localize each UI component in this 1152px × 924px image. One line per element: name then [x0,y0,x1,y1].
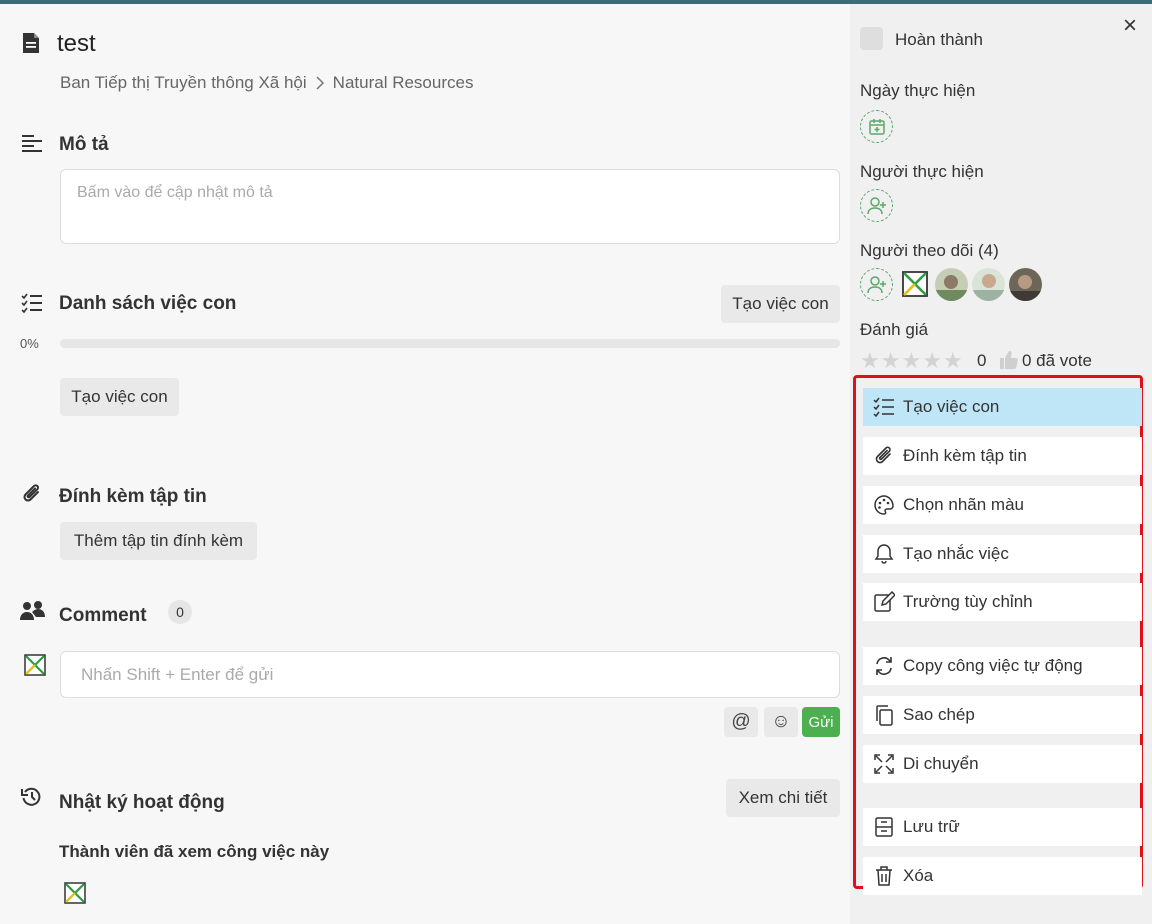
comment-input[interactable]: Nhấn Shift + Enter để gửi [60,651,840,698]
trash-icon [873,865,895,887]
document-icon [23,33,39,53]
calendar-plus-icon [868,118,885,135]
bell-icon [873,543,895,565]
subtasks-title: Danh sách việc con [59,293,237,314]
subtask-progress-bar [60,339,840,348]
subtask-progress-label: 0% [20,336,39,351]
action-label: Đính kèm tập tin [903,446,1027,465]
action-palette[interactable]: Chọn nhãn màu [863,486,1142,524]
repeat-icon [873,655,895,677]
move-icon [873,753,895,775]
action-label: Copy công việc tự động [903,656,1083,675]
side-panel: × Hoàn thành Ngày thực hiện Người thực h… [850,4,1152,924]
action-archive[interactable]: Lưu trữ [863,808,1142,846]
create-subtask-header-button[interactable]: Tạo việc con [721,285,840,323]
date-label: Ngày thực hiện [860,81,976,100]
user-avatar-icon [24,654,46,676]
paperclip-icon [873,445,895,467]
action-label: Trường tùy chỉnh [903,592,1033,611]
mention-button[interactable]: @ [724,707,758,737]
users-icon [20,601,45,620]
action-edit[interactable]: Trường tùy chỉnh [863,583,1142,621]
star-icon[interactable]: ★ [943,350,963,372]
action-label: Xóa [903,866,934,885]
comment-title: Comment [59,605,147,626]
follower-avatar[interactable] [935,268,968,301]
rating-stars[interactable]: ★ ★ ★ ★ ★ [860,350,963,372]
action-paperclip[interactable]: Đính kèm tập tin [863,437,1142,475]
comment-count-badge: 0 [168,600,192,624]
emoji-button[interactable]: ☺ [764,707,798,737]
follower-avatar[interactable] [1009,268,1042,301]
align-left-icon [22,135,42,152]
history-icon [21,787,41,806]
add-date-button[interactable] [860,110,893,143]
archive-icon [873,816,895,838]
vote-count: 0 đã vote [1022,351,1092,370]
main-panel: test Ban Tiếp thị Truyền thông Xã hội Na… [0,4,850,924]
task-detail-modal: test Ban Tiếp thị Truyền thông Xã hội Na… [0,4,1152,924]
breadcrumb-list[interactable]: Natural Resources [333,73,474,93]
thumbs-up-icon[interactable] [999,350,1019,370]
action-trash[interactable]: Xóa [863,857,1142,895]
chevron-right-icon [316,76,324,90]
viewer-avatar-icon[interactable] [64,882,86,904]
palette-icon [873,494,895,516]
description-input[interactable]: Bấm vào để cập nhật mô tả [60,169,840,244]
breadcrumb: Ban Tiếp thị Truyền thông Xã hội Natural… [60,73,473,93]
add-follower-button[interactable] [860,268,893,301]
edit-icon [873,591,895,613]
action-label: Tạo việc con [903,397,1000,416]
breadcrumb-project[interactable]: Ban Tiếp thị Truyền thông Xã hội [60,73,307,93]
star-icon[interactable]: ★ [860,350,880,372]
add-attachment-button[interactable]: Thêm tập tin đính kèm [60,522,257,560]
assignee-label: Người thực hiện [860,162,984,181]
action-move[interactable]: Di chuyển [863,745,1142,783]
attachments-title: Đính kèm tập tin [59,486,207,507]
create-subtask-button[interactable]: Tạo việc con [60,378,179,416]
action-repeat[interactable]: Copy công việc tự động [863,647,1142,685]
viewers-title: Thành viên đã xem công việc này [59,842,330,861]
checklist-icon [21,293,42,314]
send-comment-button[interactable]: Gửi [802,707,840,737]
action-label: Lưu trữ [903,817,960,836]
checklist-icon [873,396,895,418]
action-label: Tạo nhắc việc [903,544,1009,563]
view-detail-button[interactable]: Xem chi tiết [726,779,840,817]
copy-icon [873,704,895,726]
action-bell[interactable]: Tạo nhắc việc [863,535,1142,573]
action-label: Chọn nhãn màu [903,495,1024,514]
user-plus-icon [866,275,886,293]
star-icon[interactable]: ★ [881,350,901,372]
rating-value: 0 [977,351,987,370]
action-list-highlight: Tạo việc con Đính kèm tập tin Chọn nhãn mà… [853,375,1143,895]
complete-label: Hoàn thành [895,30,983,49]
add-assignee-button[interactable] [860,189,893,222]
follower-avatar[interactable] [902,271,928,297]
task-title[interactable]: test [57,30,96,58]
complete-checkbox[interactable] [860,27,883,50]
action-checklist[interactable]: Tạo việc con [863,388,1142,426]
followers-label: Người theo dõi (4) [860,241,999,260]
action-label: Sao chép [903,705,975,724]
action-copy[interactable]: Sao chép [863,696,1142,734]
action-label: Di chuyển [903,754,979,773]
star-icon[interactable]: ★ [922,350,942,372]
follower-avatar[interactable] [972,268,1005,301]
star-icon[interactable]: ★ [901,350,921,372]
close-button[interactable]: × [1118,12,1142,40]
description-title: Mô tả [59,134,109,155]
rating-label: Đánh giá [860,320,929,339]
user-plus-icon [866,196,886,214]
paperclip-icon [23,484,39,502]
activity-title: Nhật ký hoạt động [59,792,225,813]
